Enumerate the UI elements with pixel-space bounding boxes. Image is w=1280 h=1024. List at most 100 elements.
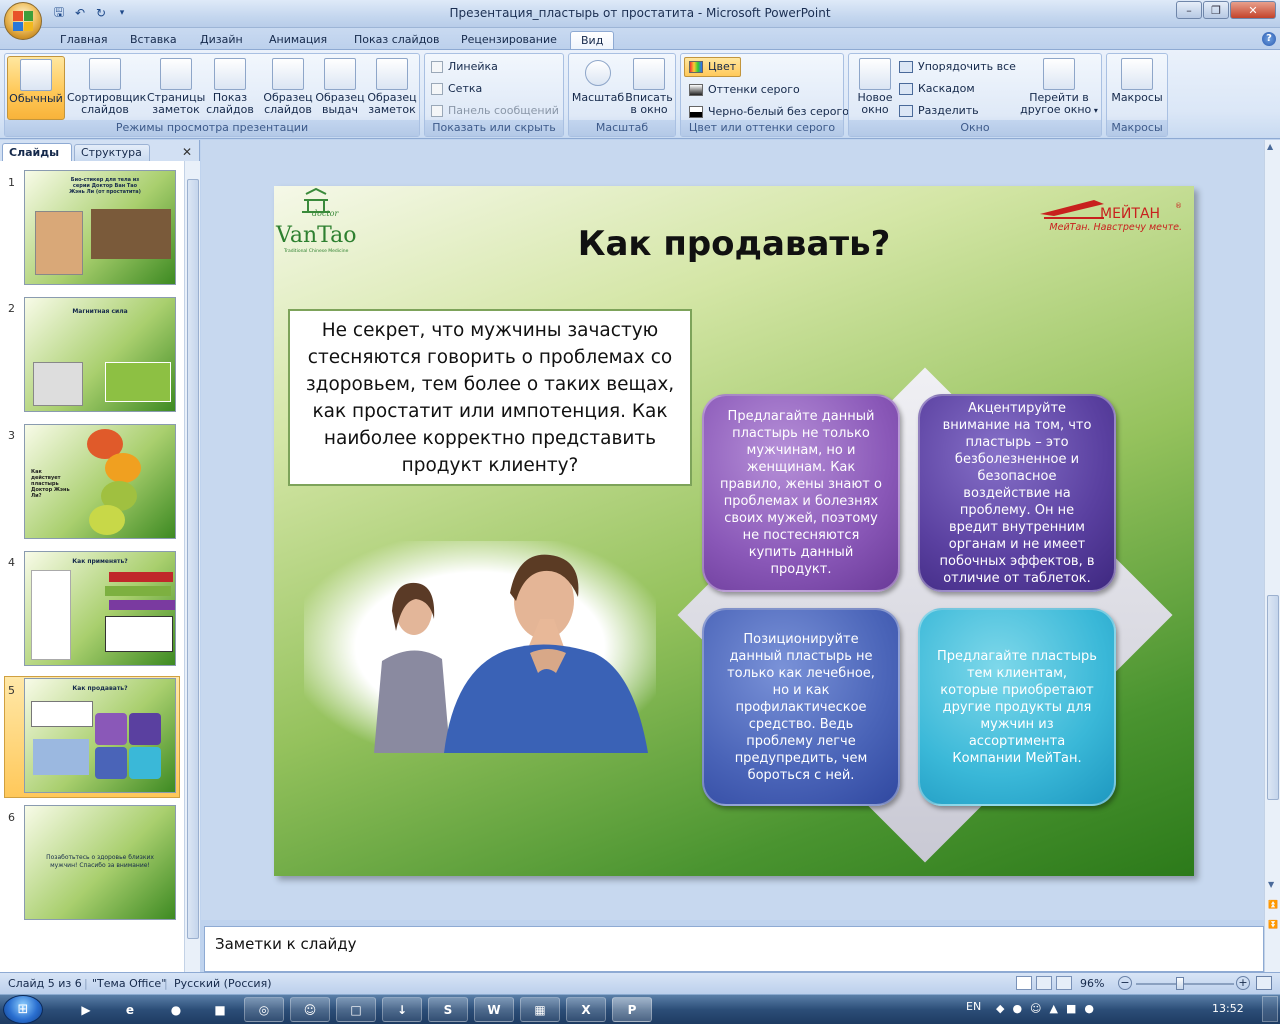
split-button[interactable]: Разделить xyxy=(899,101,979,121)
slide-sorter-icon[interactable] xyxy=(1036,976,1052,990)
show-hide-group-label: Показать или скрыть xyxy=(425,120,563,136)
scrollbar-thumb[interactable] xyxy=(187,179,199,939)
slide-master-button[interactable]: Образец слайдов xyxy=(261,56,315,120)
ribbon: Обычный Сортировщик слайдов Страницы зам… xyxy=(0,49,1280,139)
notes-master-button[interactable]: Образец заметок xyxy=(365,56,419,120)
tab-outline[interactable]: Структура xyxy=(74,144,150,161)
zoom-out-icon[interactable]: − xyxy=(1118,976,1132,990)
scroll-up-icon[interactable]: ▲ xyxy=(1267,142,1273,151)
handout-master-button[interactable]: Образец выдач xyxy=(313,56,367,120)
slide-thumbnail-6[interactable]: Позаботьтесь о здоровье близких мужчин! … xyxy=(24,805,176,920)
slide-thumbnail-4[interactable]: Как применять? xyxy=(24,551,176,666)
tab-view[interactable]: Вид xyxy=(570,31,615,50)
input-language[interactable]: EN xyxy=(966,1000,981,1013)
notes-page-button[interactable]: Страницы заметок xyxy=(147,56,205,120)
zoom-button[interactable]: Масштаб xyxy=(571,56,625,120)
slide-notes[interactable]: Заметки к слайду xyxy=(204,926,1264,972)
tab-home[interactable]: Главная xyxy=(50,31,118,50)
previous-slide-icon[interactable]: ⏫ xyxy=(1268,900,1278,909)
tab-insert[interactable]: Вставка xyxy=(120,31,187,50)
taskbar-internet-explorer-icon[interactable]: e xyxy=(110,997,150,1022)
macros-button[interactable]: Макросы xyxy=(1109,56,1165,120)
black-white-option[interactable]: Черно-белый без серого xyxy=(689,102,849,122)
taskbar-messenger-icon[interactable]: ☺ xyxy=(290,997,330,1022)
switch-window-button[interactable]: Перейти в другое окно ▾ xyxy=(1019,56,1099,120)
tab-slideshow[interactable]: Показ слайдов xyxy=(344,31,450,50)
slide-title[interactable]: Как продавать? xyxy=(274,224,1194,264)
tab-review[interactable]: Рецензирование xyxy=(451,31,567,50)
taskbar-skype-icon[interactable]: S xyxy=(428,997,468,1022)
taskbar-media-player-icon[interactable]: ▶ xyxy=(66,997,106,1022)
tip-box-prevention[interactable]: Позиционируйте данный пластырь не только… xyxy=(702,608,900,806)
color-option[interactable]: Цвет xyxy=(684,57,742,77)
message-bar-checkbox[interactable]: Панель сообщений xyxy=(431,101,559,121)
tip-box-safety[interactable]: Акцентируйте внимание на том, что пласты… xyxy=(918,394,1116,592)
slide-thumbnail-2[interactable]: Магнитная сила xyxy=(24,297,176,412)
next-slide-icon[interactable]: ⏬ xyxy=(1268,920,1278,929)
show-desktop-button[interactable] xyxy=(1262,996,1278,1022)
thumbnail-bar xyxy=(109,600,175,610)
clock[interactable]: 13:52 xyxy=(1212,1002,1244,1015)
status-separator: | xyxy=(164,977,168,990)
scrollbar-thumb[interactable] xyxy=(1267,595,1279,800)
thumbnail-bar xyxy=(105,586,171,596)
slide-scrollbar[interactable]: ▲ ▼ ⏫ ⏬ xyxy=(1264,140,1280,972)
zoom-group-label: Масштаб xyxy=(569,120,675,136)
language-indicator[interactable]: Русский (Россия) xyxy=(174,973,272,994)
taskbar-excel-icon[interactable]: X xyxy=(566,997,606,1022)
fit-window-icon xyxy=(633,58,665,90)
slide-thumbnail-3[interactable]: Как действует пластырь Доктор Жэнь Ли? xyxy=(24,424,176,539)
logo-meitan-text: МЕЙТАН xyxy=(1100,204,1160,222)
couple-photo[interactable] xyxy=(304,541,656,753)
taskbar-firefox-icon[interactable]: ● xyxy=(156,997,196,1022)
current-slide[interactable]: doctor VanTao Traditional Chinese Medici… xyxy=(274,186,1194,876)
intro-textbox[interactable]: Не секрет, что мужчины зачастую стесняют… xyxy=(288,309,692,486)
zoom-in-icon[interactable]: + xyxy=(1236,976,1250,990)
slide-sorter-button[interactable]: Сортировщик слайдов xyxy=(67,56,146,120)
tab-animation[interactable]: Анимация xyxy=(259,31,337,50)
tab-design[interactable]: Дизайн xyxy=(190,31,253,50)
fit-to-window-button[interactable]: Вписать в окно xyxy=(623,56,675,120)
thumbnail-circle xyxy=(89,505,125,535)
zoom-slider-handle[interactable] xyxy=(1176,977,1184,990)
help-icon[interactable]: ? xyxy=(1262,32,1276,46)
minimize-button[interactable]: – xyxy=(1176,1,1202,19)
taskbar-chrome-icon[interactable]: ◎ xyxy=(244,997,284,1022)
ruler-checkbox[interactable]: Линейка xyxy=(431,57,498,77)
zoom-slider-track[interactable] xyxy=(1136,983,1234,985)
grayscale-option[interactable]: Оттенки серого xyxy=(689,80,800,100)
taskbar-app-icon[interactable]: □ xyxy=(336,997,376,1022)
thumbnail-bar xyxy=(109,572,173,582)
office-button[interactable] xyxy=(4,2,42,40)
slide-number: 6 xyxy=(8,811,15,824)
thumbnails-scrollbar[interactable] xyxy=(184,161,200,972)
normal-view-icon[interactable] xyxy=(1016,976,1032,990)
arrange-all-button[interactable]: Упорядочить все xyxy=(899,57,1016,77)
zoom-level[interactable]: 96% xyxy=(1080,973,1104,994)
taskbar-word-icon[interactable]: W xyxy=(474,997,514,1022)
restore-icon: ❐ xyxy=(1211,3,1221,17)
restore-button[interactable]: ❐ xyxy=(1203,1,1229,19)
taskbar-app-icon[interactable]: ■ xyxy=(200,997,240,1022)
tip-box-women[interactable]: Предлагайте данный пластырь не только му… xyxy=(702,394,900,592)
new-window-button[interactable]: Новое окно xyxy=(851,56,899,120)
taskbar-calculator-icon[interactable]: ▦ xyxy=(520,997,560,1022)
theme-name[interactable]: "Тема Office" xyxy=(92,973,166,994)
close-button[interactable]: ✕ xyxy=(1230,1,1276,19)
slideshow-button[interactable]: Показ слайдов xyxy=(205,56,255,120)
taskbar-torrent-icon[interactable]: ↓ xyxy=(382,997,422,1022)
slideshow-icon[interactable] xyxy=(1056,976,1072,990)
scroll-down-icon[interactable]: ▼ xyxy=(1268,880,1274,889)
taskbar-powerpoint-icon[interactable]: P xyxy=(612,997,652,1022)
start-button[interactable]: ⊞ xyxy=(3,995,43,1024)
tip-box-cross-sell[interactable]: Предлагайте пластырь тем клиентам, котор… xyxy=(918,608,1116,806)
normal-view-button[interactable]: Обычный xyxy=(7,56,65,120)
close-pane-icon[interactable]: ✕ xyxy=(182,145,192,159)
tab-slides[interactable]: Слайды xyxy=(2,143,72,161)
cascade-button[interactable]: Каскадом xyxy=(899,79,975,99)
slide-thumbnail-5[interactable]: Как продавать? xyxy=(24,678,176,793)
fit-slide-icon[interactable] xyxy=(1256,976,1272,990)
slide-thumbnail-1[interactable]: Био-стикер для тела из серии Доктор Ван … xyxy=(24,170,176,285)
tray-icons[interactable]: ◆●☺▲■● xyxy=(996,1002,1102,1015)
grid-checkbox[interactable]: Сетка xyxy=(431,79,482,99)
